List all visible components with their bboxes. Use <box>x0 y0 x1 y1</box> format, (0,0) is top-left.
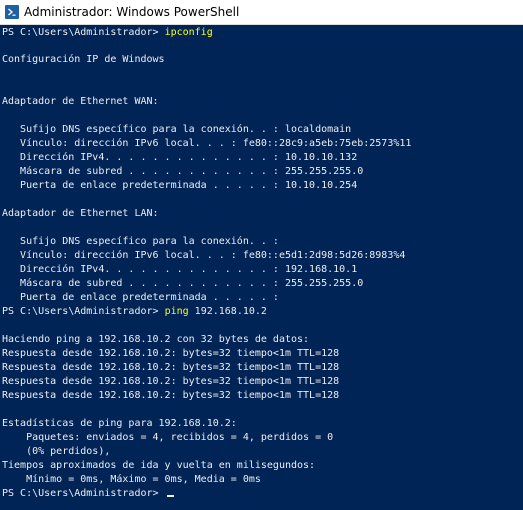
prompt-text: PS C:\Users\Administrador> <box>2 306 165 317</box>
powershell-window: Administrador: Windows PowerShell PS C:\… <box>0 0 523 510</box>
console-line: Paquetes: enviados = 4, recibidos = 4, p… <box>2 432 334 443</box>
console-line: Sufijo DNS específico para la conexión. … <box>2 236 279 247</box>
console-line: Configuración IP de Windows <box>2 54 165 65</box>
command-args: 192.168.10.2 <box>188 306 267 317</box>
console-line: Máscara de subred . . . . . . . . . . . … <box>2 166 364 177</box>
window-title: Administrador: Windows PowerShell <box>24 5 240 19</box>
prompt-text: PS C:\Users\Administrador> <box>2 488 165 499</box>
command-ping: ping <box>164 306 189 317</box>
console-line: Dirección IPv4. . . . . . . . . . . . . … <box>2 264 358 275</box>
console-line: (0% perdidos), <box>2 446 111 457</box>
console-line: Máscara de subred . . . . . . . . . . . … <box>2 278 364 289</box>
prompt-line: PS C:\Users\Administrador> ping 192.168.… <box>2 305 267 319</box>
console-line: Vínculo: dirección IPv6 local. . . : fe8… <box>2 138 412 149</box>
console-output[interactable]: PS C:\Users\Administrador> ipconfig Conf… <box>0 25 523 510</box>
powershell-icon[interactable] <box>5 5 19 19</box>
console-line: Mínimo = 0ms, Máximo = 0ms, Media = 0ms <box>2 474 261 485</box>
console-line: Adaptador de Ethernet WAN: <box>2 96 159 107</box>
console-line: Respuesta desde 192.168.10.2: bytes=32 t… <box>2 348 340 359</box>
console-line: Puerta de enlace predeterminada . . . . … <box>2 180 358 191</box>
title-bar[interactable]: Administrador: Windows PowerShell <box>0 0 523 25</box>
console-line: Respuesta desde 192.168.10.2: bytes=32 t… <box>2 362 340 373</box>
console-line: Vínculo: dirección IPv6 local. . . : fe8… <box>2 250 406 261</box>
console-line: Respuesta desde 192.168.10.2: bytes=32 t… <box>2 390 340 401</box>
console-line: Dirección IPv4. . . . . . . . . . . . . … <box>2 152 358 163</box>
prompt-line: PS C:\Users\Administrador> ipconfig <box>2 26 213 40</box>
prompt-text: PS C:\Users\Administrador> <box>2 27 165 38</box>
console-line: Estadísticas de ping para 192.168.10.2: <box>2 418 237 429</box>
console-line: Respuesta desde 192.168.10.2: bytes=32 t… <box>2 376 340 387</box>
console-line: Haciendo ping a 192.168.10.2 con 32 byte… <box>2 334 310 345</box>
console-line: Sufijo DNS específico para la conexión. … <box>2 124 352 135</box>
prompt-line[interactable]: PS C:\Users\Administrador> <box>2 487 174 501</box>
console-line: Puerta de enlace predeterminada . . . . … <box>2 292 279 303</box>
console-line: Adaptador de Ethernet LAN: <box>2 208 159 219</box>
command-ipconfig: ipconfig <box>164 27 213 38</box>
console-line: Tiempos aproximados de ida y vuelta en m… <box>2 460 316 471</box>
text-cursor <box>166 495 174 497</box>
